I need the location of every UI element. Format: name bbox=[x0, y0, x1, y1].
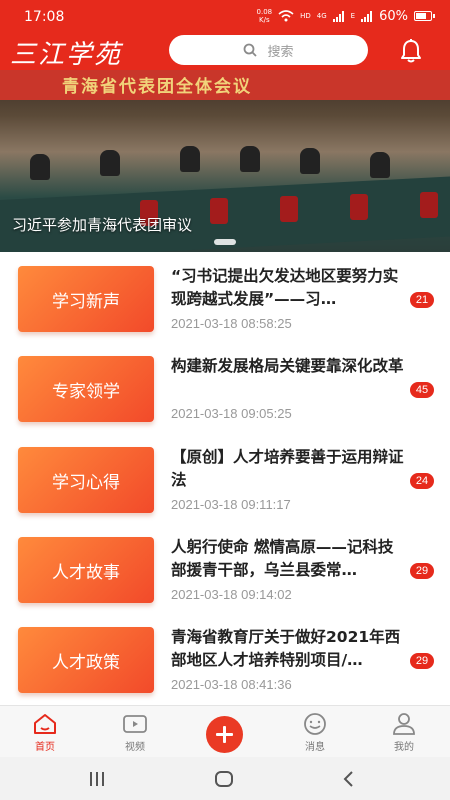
nav-label: 我的 bbox=[394, 742, 414, 753]
article-date: 2021-03-18 09:11:17 bbox=[171, 497, 291, 512]
app-logo: 三江学苑 bbox=[10, 40, 123, 70]
category-button[interactable]: 人才政策 bbox=[18, 627, 154, 693]
article-date: 2021-03-18 08:58:25 bbox=[171, 316, 292, 331]
net-speed-value: 0.08 bbox=[256, 8, 273, 16]
category-button[interactable]: 人才故事 bbox=[18, 537, 154, 603]
banner-photo-chair bbox=[210, 198, 228, 224]
nav-video[interactable]: 视频 bbox=[105, 706, 165, 758]
status-right: 0.08 K/s HD 4G E 60% bbox=[257, 8, 435, 24]
wifi-icon bbox=[278, 10, 294, 22]
net-speed-unit: K/s bbox=[259, 16, 270, 24]
category-button[interactable]: 学习心得 bbox=[18, 447, 154, 513]
user-icon bbox=[393, 713, 415, 735]
comment-count-badge: 29 bbox=[410, 653, 434, 669]
banner-photo-figure bbox=[30, 154, 50, 180]
article-date: 2021-03-18 09:14:02 bbox=[171, 587, 292, 602]
category-button[interactable]: 专家领学 bbox=[18, 356, 154, 422]
signal-icon bbox=[332, 10, 344, 22]
battery-icon bbox=[414, 11, 435, 21]
message-icon bbox=[304, 713, 326, 735]
banner-photo-figure bbox=[370, 152, 390, 178]
list-item[interactable]: 人才政策 青海省教育厅关于做好2021年西部地区人才培养特别项目/… 2021-… bbox=[0, 613, 450, 703]
nav-home[interactable]: 首页 bbox=[15, 706, 75, 758]
banner-photo-chair bbox=[420, 192, 438, 218]
back-icon[interactable] bbox=[334, 767, 364, 791]
comment-count-badge: 21 bbox=[410, 292, 434, 308]
list-item[interactable]: 学习新声 “习书记提出欠发达地区要努力实现跨越式发展”——习… 2021-03-… bbox=[0, 252, 450, 342]
nav-label: 首页 bbox=[35, 742, 55, 753]
article-date: 2021-03-18 09:05:25 bbox=[171, 406, 292, 421]
banner-photo-figure bbox=[240, 146, 260, 172]
status-time: 17:08 bbox=[24, 9, 65, 25]
bell-icon[interactable] bbox=[399, 38, 423, 64]
top-header: 17:08 0.08 K/s HD 4G E 60% 三江学苑 搜索 bbox=[0, 0, 450, 70]
banner-caption[interactable]: 习近平参加青海代表团审议 bbox=[12, 214, 192, 235]
banner-photo-chair bbox=[350, 194, 368, 220]
list-item[interactable]: 学习心得 【原创】人才培养要善于运用辩证法 2021-03-18 09:11:1… bbox=[0, 433, 450, 523]
signal-label-1: 4G bbox=[316, 12, 327, 20]
bottom-nav: 首页 视频 消息 我的 bbox=[0, 705, 450, 757]
net-speed: 0.08 K/s bbox=[257, 8, 273, 24]
banner-photo-figure bbox=[100, 150, 120, 176]
nav-label: 视频 bbox=[125, 742, 145, 753]
banner-photo-figure bbox=[300, 148, 320, 174]
hd-label: HD bbox=[300, 12, 311, 20]
app-screen: 17:08 0.08 K/s HD 4G E 60% 三江学苑 搜索 青海省代表… bbox=[0, 0, 450, 800]
comment-count-badge: 45 bbox=[410, 382, 434, 398]
nav-label: 消息 bbox=[305, 742, 325, 753]
status-bar: 17:08 0.08 K/s HD 4G E 60% bbox=[0, 0, 450, 34]
list-item[interactable]: 人才故事 人躬行使命 燃情高原——记科技部援青干部，乌兰县委常… 2021-03… bbox=[0, 523, 450, 613]
signal-label-2: E bbox=[350, 12, 356, 20]
list-item[interactable]: 专家领学 构建新发展格局关键要靠深化改革 2021-03-18 09:05:25… bbox=[0, 342, 450, 432]
video-icon bbox=[123, 715, 147, 733]
recent-apps-icon[interactable] bbox=[82, 767, 112, 791]
home-circle-icon[interactable] bbox=[209, 767, 239, 791]
carousel-indicator bbox=[214, 239, 236, 245]
article-title[interactable]: 【原创】人才培养要善于运用辩证法 bbox=[171, 446, 405, 492]
comment-count-badge: 29 bbox=[410, 563, 434, 579]
comment-count-badge: 24 bbox=[410, 473, 434, 489]
banner-photo-figure bbox=[180, 146, 200, 172]
article-title[interactable]: 人躬行使命 燃情高原——记科技部援青干部，乌兰县委常… bbox=[171, 536, 405, 582]
home-icon bbox=[34, 714, 56, 734]
nav-message[interactable]: 消息 bbox=[285, 706, 345, 758]
search-placeholder: 搜索 bbox=[267, 44, 294, 60]
search-bar[interactable]: 搜索 bbox=[169, 35, 368, 65]
plus-icon[interactable] bbox=[206, 716, 243, 753]
article-date: 2021-03-18 08:41:36 bbox=[171, 677, 292, 692]
banner-photo-text: 青海省代表团全体会议 bbox=[62, 77, 252, 97]
system-nav-bar bbox=[0, 757, 450, 800]
category-button[interactable]: 学习新声 bbox=[18, 266, 154, 332]
article-title[interactable]: “习书记提出欠发达地区要努力实现跨越式发展”——习… bbox=[171, 265, 405, 311]
article-title[interactable]: 青海省教育厅关于做好2021年西部地区人才培养特别项目/… bbox=[171, 626, 405, 672]
nav-profile[interactable]: 我的 bbox=[374, 706, 434, 758]
article-title[interactable]: 构建新发展格局关键要靠深化改革 bbox=[171, 355, 405, 401]
signal-icon-2 bbox=[361, 10, 373, 22]
banner-photo-chair bbox=[280, 196, 298, 222]
search-icon bbox=[244, 43, 258, 57]
battery-percent: 60% bbox=[379, 8, 408, 24]
